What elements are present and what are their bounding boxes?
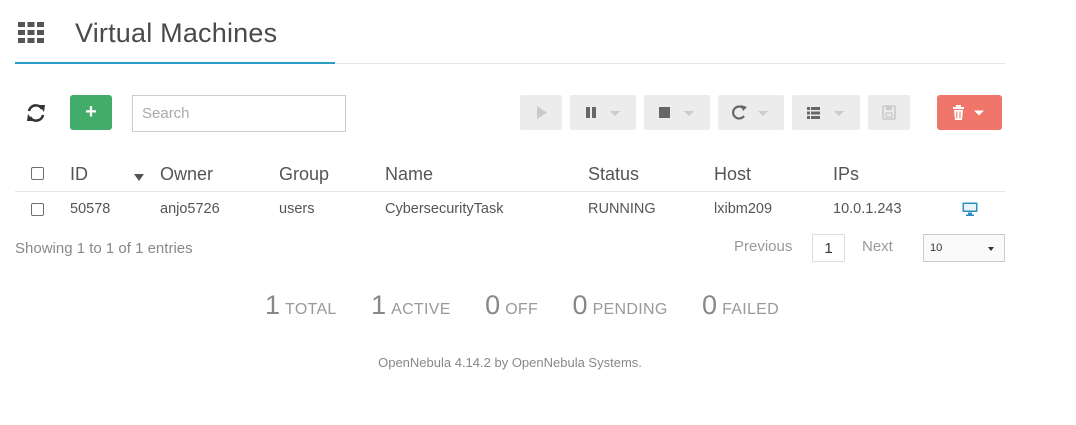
vm-table: ID Owner Group Name Status Host IPs 5057… [15, 157, 1005, 227]
page-header: Virtual Machines [15, 14, 1005, 64]
vm-owner: anjo5726 [160, 201, 220, 217]
search-input[interactable] [132, 95, 346, 132]
stat-failed-count: 0 [702, 290, 718, 320]
column-header-id[interactable]: ID [70, 164, 88, 185]
play-button[interactable] [520, 95, 562, 130]
reboot-icon [732, 105, 747, 120]
previous-page-link[interactable]: Previous [734, 238, 792, 255]
vm-name: CybersecurityTask [385, 201, 504, 217]
list-icon [807, 107, 820, 119]
chevron-down-icon [610, 111, 620, 116]
entries-info: Showing 1 to 1 of 1 entries [15, 240, 193, 257]
vm-status: RUNNING [588, 201, 656, 217]
stat-active: 1 ACTIVE [371, 290, 451, 321]
stat-off-label: OFF [505, 301, 539, 318]
page-size-select[interactable]: 10 [923, 234, 1005, 262]
stat-failed-label: FAILED [722, 301, 779, 318]
page-title: Virtual Machines [75, 18, 278, 48]
page-size-value: 10 [930, 242, 943, 254]
save-icon [882, 105, 896, 120]
stop-button[interactable] [644, 95, 710, 130]
column-header-ips[interactable]: IPs [833, 164, 859, 185]
column-header-status[interactable]: Status [588, 164, 639, 185]
stat-total: 1 TOTAL [265, 290, 337, 321]
add-button[interactable]: + [70, 95, 112, 130]
delete-button[interactable] [937, 95, 1002, 130]
stat-off-count: 0 [485, 290, 501, 320]
select-all-checkbox[interactable] [31, 167, 44, 180]
stat-total-label: TOTAL [285, 301, 337, 318]
column-header-host[interactable]: Host [714, 164, 751, 185]
trash-icon [953, 105, 984, 120]
chevron-down-icon [988, 247, 994, 251]
vm-id: 50578 [70, 201, 111, 217]
refresh-icon[interactable] [25, 102, 47, 124]
stat-off: 0 OFF [485, 290, 538, 321]
column-header-group[interactable]: Group [279, 164, 329, 185]
current-page-button[interactable]: 1 [812, 234, 845, 262]
toolbar: + [15, 95, 1005, 132]
sort-desc-icon[interactable] [134, 174, 144, 181]
play-icon [537, 106, 547, 119]
vm-ips: 10.0.1.243 [833, 201, 902, 217]
table-header: ID Owner Group Name Status Host IPs [15, 157, 1005, 192]
row-checkbox[interactable] [31, 203, 44, 216]
save-button[interactable] [868, 95, 910, 130]
next-page-link[interactable]: Next [862, 238, 893, 255]
vnc-monitor-icon[interactable] [962, 202, 978, 216]
stat-total-count: 1 [265, 290, 281, 320]
chevron-down-icon [758, 111, 768, 116]
stat-pending-count: 0 [572, 290, 588, 320]
stat-pending: 0 PENDING [573, 290, 668, 321]
pause-button[interactable] [570, 95, 636, 130]
column-header-owner[interactable]: Owner [160, 164, 213, 185]
list-actions-button[interactable] [792, 95, 860, 130]
vm-group: users [279, 201, 315, 217]
chevron-down-icon [684, 111, 694, 116]
header-underline [15, 62, 335, 64]
table-row[interactable]: 50578 anjo5726 users CybersecurityTask R… [15, 192, 1005, 227]
vm-summary: 1 TOTAL 1 ACTIVE 0 OFF 0 PENDING 0 FAILED [265, 290, 809, 322]
footer-version: OpenNebula 4.14.2 by OpenNebula Systems. [378, 355, 642, 370]
reboot-button[interactable] [718, 95, 784, 130]
stat-active-label: ACTIVE [391, 301, 451, 318]
stat-active-count: 1 [371, 290, 387, 320]
chevron-down-icon [834, 111, 844, 116]
column-header-name[interactable]: Name [385, 164, 433, 185]
stop-icon [659, 107, 670, 118]
pause-icon [586, 107, 596, 118]
stat-failed: 0 FAILED [702, 290, 779, 321]
grid-icon[interactable] [18, 22, 46, 44]
vm-host: lxibm209 [714, 201, 773, 217]
stat-pending-label: PENDING [592, 301, 668, 318]
